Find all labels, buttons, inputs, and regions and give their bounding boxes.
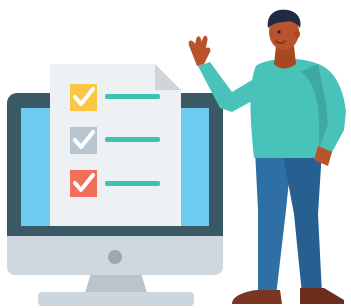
right-leg <box>282 150 322 294</box>
checklist-line <box>105 181 160 186</box>
checklist-document <box>50 64 181 226</box>
document-fold <box>155 64 181 90</box>
checklist-line <box>105 137 160 142</box>
raised-hand <box>188 35 211 66</box>
eye <box>277 30 281 34</box>
monitor-power-button <box>108 250 122 264</box>
ear <box>294 30 300 38</box>
left-shoe <box>232 290 282 304</box>
checklist-line <box>105 94 160 99</box>
monitor-stand-base <box>38 292 194 306</box>
illustration-canvas <box>7 9 346 306</box>
right-shoe <box>300 288 344 304</box>
checklist-illustration <box>0 0 351 308</box>
